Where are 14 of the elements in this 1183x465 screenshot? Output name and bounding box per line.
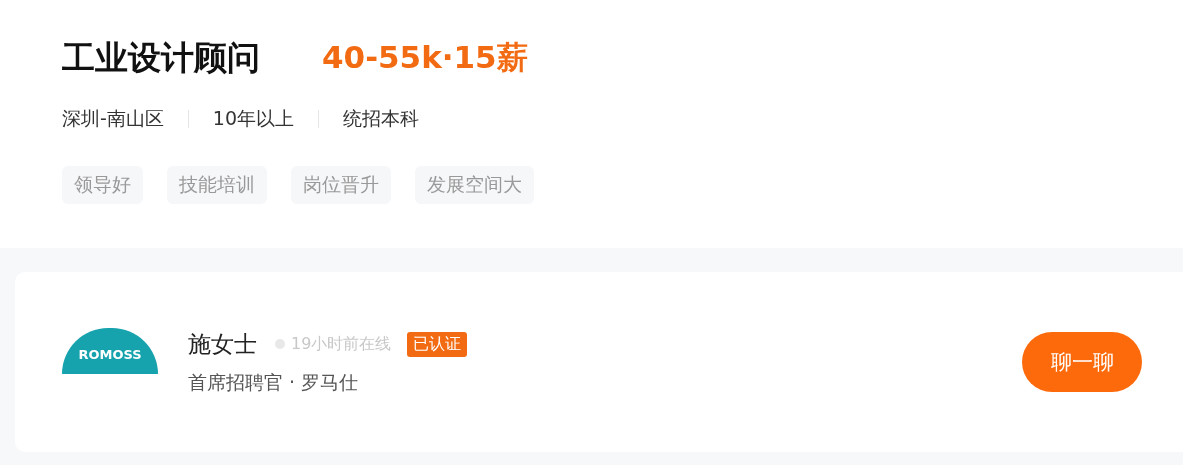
recruiter-name: 施女士 [188,329,257,359]
job-requirement: 深圳-南山区 [62,106,164,131]
salary: 40-55k·15薪 [322,38,528,77]
benefit-tag: 技能培训 [167,166,267,204]
recruiter-role: 首席招聘官 · 罗马仕 [188,369,360,395]
benefit-tag: 领导好 [62,166,143,204]
job-requirement: 统招本科 [343,106,420,131]
job-title: 工业设计顾问 [62,36,260,79]
benefit-tag: 发展空间大 [415,166,534,204]
chat-button[interactable]: 聊一聊 [1022,332,1142,392]
benefit-tag: 岗位晋升 [291,166,391,204]
company-logo: ROMOSS [62,328,158,374]
job-requirement: 10年以上 [212,106,295,131]
verified-badge: 已认证 [407,331,468,357]
